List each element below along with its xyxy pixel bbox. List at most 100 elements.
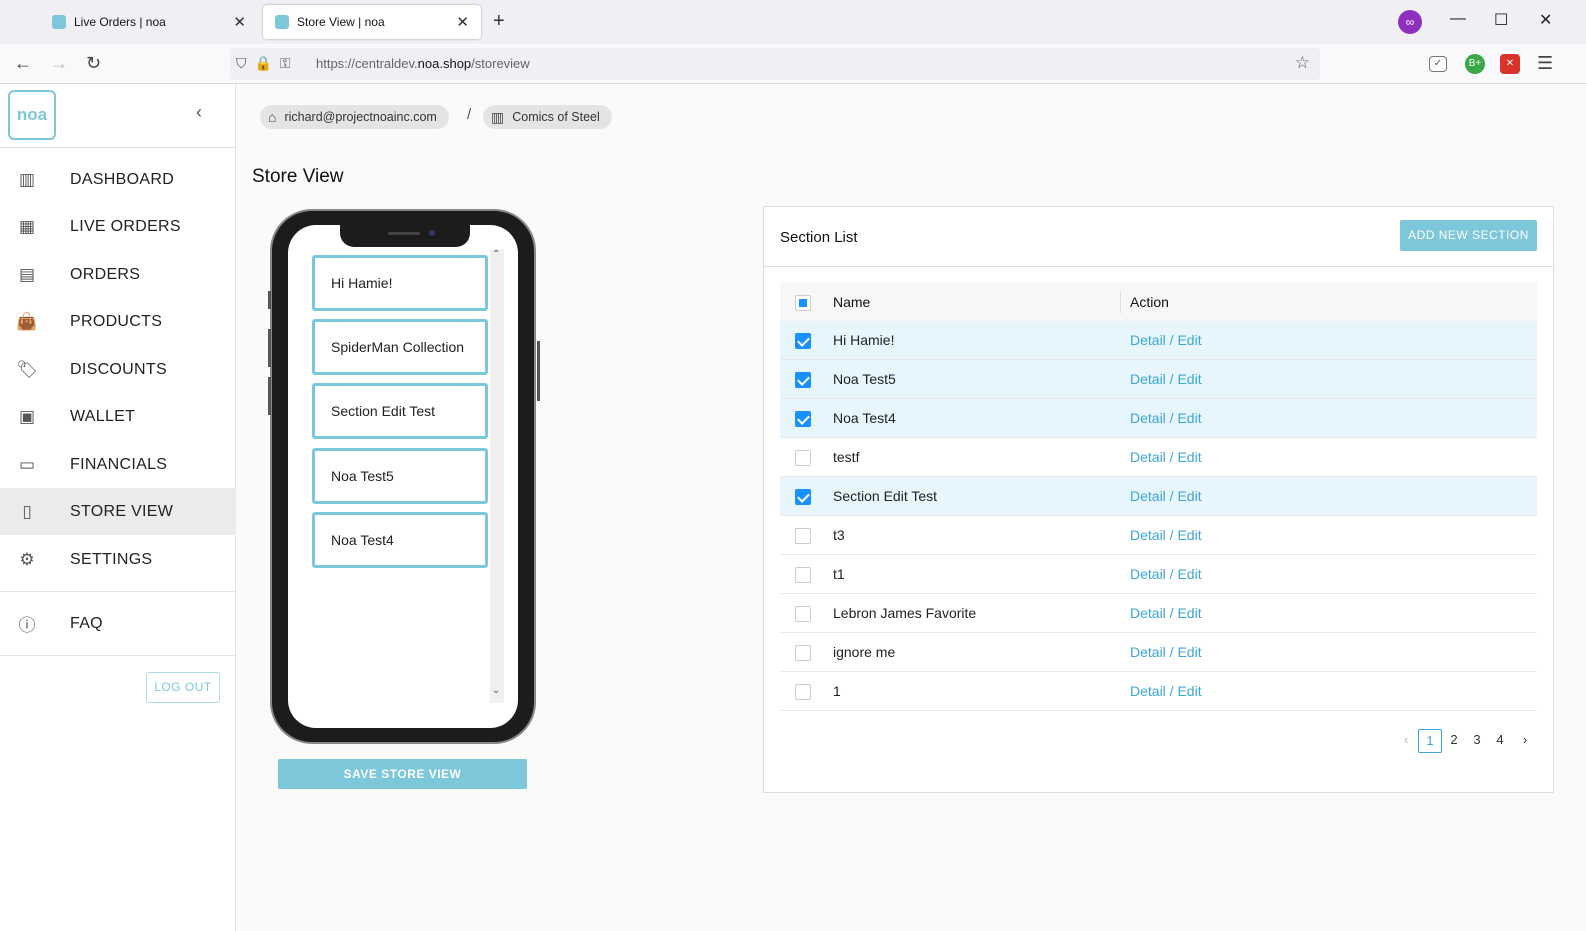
logout-button[interactable]: LOG OUT	[146, 672, 220, 703]
page-4-button[interactable]: 4	[1488, 729, 1512, 753]
shield-lock-key-icon: ⛉🔒⚿	[236, 55, 299, 71]
select-all-checkbox[interactable]	[795, 295, 811, 311]
page-3-button[interactable]: 3	[1465, 729, 1489, 753]
row-checkbox[interactable]	[795, 684, 811, 700]
pocket-icon[interactable]: ✓	[1429, 56, 1447, 72]
sidebar-item-faq[interactable]: ⓘ FAQ	[0, 600, 236, 647]
table-row: Lebron James Favorite Detail / Edit	[780, 594, 1537, 633]
detail-edit-link[interactable]: Detail / Edit	[1130, 371, 1202, 387]
address-bar[interactable]: ⛉🔒⚿ https://centraldev.noa.shop/storevie…	[230, 48, 1320, 80]
phone-screen: ⌃ ⌄ Hi Hamie! SpiderMan Collection Secti…	[288, 225, 518, 728]
section-name: testf	[833, 449, 860, 465]
divider	[0, 147, 236, 148]
detail-edit-link[interactable]: Detail / Edit	[1130, 449, 1202, 465]
tab-label: Live Orders | noa	[74, 15, 166, 29]
page-2-button[interactable]: 2	[1442, 729, 1466, 753]
phone-section-card[interactable]: Hi Hamie!	[312, 255, 488, 311]
table-row: Hi Hamie! Detail / Edit	[780, 321, 1537, 360]
sidebar: noa ‹ ▥ DASHBOARD ▦ LIVE ORDERS ▤ ORDERS…	[0, 84, 236, 931]
phone-button	[268, 377, 271, 415]
sidebar-item-settings[interactable]: ⚙ SETTINGS	[0, 536, 236, 583]
minimize-icon[interactable]: —	[1450, 10, 1466, 28]
sidebar-item-orders[interactable]: ▤ ORDERS	[0, 251, 236, 298]
tab-store-view[interactable]: Store View | noa ✕	[263, 5, 481, 39]
row-checkbox[interactable]	[795, 489, 811, 505]
reload-icon[interactable]: ↻	[86, 53, 101, 74]
phone-section-card[interactable]: Noa Test5	[312, 448, 488, 504]
row-checkbox[interactable]	[795, 567, 811, 583]
question-icon: ⓘ	[18, 616, 36, 635]
detail-edit-link[interactable]: Detail / Edit	[1130, 683, 1202, 699]
breadcrumb-user[interactable]: ⌂ richard@projectnoainc.com	[260, 105, 449, 129]
sidebar-item-label: WALLET	[70, 407, 136, 425]
shopping-bag-icon: 👜	[16, 311, 38, 331]
tab-live-orders[interactable]: Live Orders | noa ✕	[40, 5, 258, 39]
save-store-view-button[interactable]: SAVE STORE VIEW	[278, 759, 527, 789]
prev-page-icon[interactable]: ‹	[1394, 729, 1418, 753]
detail-edit-link[interactable]: Detail / Edit	[1130, 566, 1202, 582]
table-row: Noa Test4 Detail / Edit	[780, 399, 1537, 438]
row-checkbox[interactable]	[795, 372, 811, 388]
row-checkbox[interactable]	[795, 450, 811, 466]
table-row: 1 Detail / Edit	[780, 672, 1537, 711]
sidebar-item-label: DASHBOARD	[70, 170, 175, 188]
detail-edit-link[interactable]: Detail / Edit	[1130, 644, 1202, 660]
new-tab-icon[interactable]: +	[493, 10, 505, 33]
breadcrumb-separator: /	[467, 106, 472, 123]
close-icon[interactable]: ✕	[456, 13, 469, 31]
detail-edit-link[interactable]: Detail / Edit	[1130, 527, 1202, 543]
phone-scrollbar[interactable]	[490, 249, 504, 703]
row-checkbox[interactable]	[795, 411, 811, 427]
row-checkbox[interactable]	[795, 645, 811, 661]
chevron-down-icon[interactable]: ⌄	[492, 685, 500, 696]
phone-section-card[interactable]: SpiderMan Collection	[312, 319, 488, 375]
section-name: ignore me	[833, 644, 896, 660]
sidebar-item-products[interactable]: 👜 PRODUCTS	[0, 298, 236, 345]
bookmark-star-icon[interactable]: ☆	[1295, 53, 1310, 73]
column-divider	[1120, 291, 1121, 313]
sidebar-item-financials[interactable]: ▭ FINANCIALS	[0, 441, 236, 488]
phone-section-card[interactable]: Noa Test4	[312, 512, 488, 568]
camera-icon	[429, 230, 435, 236]
phone-button	[537, 341, 540, 401]
sidebar-item-dashboard[interactable]: ▥ DASHBOARD	[0, 156, 236, 203]
private-browsing-icon: ∞	[1398, 10, 1422, 34]
maximize-icon[interactable]: ☐	[1494, 10, 1508, 30]
next-page-icon[interactable]: ›	[1513, 729, 1537, 753]
breadcrumb-store[interactable]: ▥ Comics of Steel	[483, 105, 612, 129]
menu-icon[interactable]: ☰	[1537, 53, 1553, 74]
url-text[interactable]: https://centraldev.noa.shop/storeview	[316, 56, 530, 71]
noa-logo[interactable]: noa	[8, 90, 56, 140]
sidebar-item-wallet[interactable]: ▣ WALLET	[0, 393, 236, 440]
divider	[0, 655, 236, 656]
speaker	[388, 232, 420, 235]
detail-edit-link[interactable]: Detail / Edit	[1130, 605, 1202, 621]
window-close-icon[interactable]: ✕	[1539, 10, 1552, 30]
sidebar-item-live-orders[interactable]: ▦ LIVE ORDERS	[0, 203, 236, 250]
noa-favicon-icon	[275, 15, 289, 29]
phone-section-card[interactable]: Section Edit Test	[312, 383, 488, 439]
chevron-left-icon[interactable]: ‹	[196, 102, 202, 123]
detail-edit-link[interactable]: Detail / Edit	[1130, 332, 1202, 348]
divider	[0, 591, 236, 592]
sidebar-item-label: STORE VIEW	[70, 502, 174, 520]
sidebar-item-discounts[interactable]: 🏷 DISCOUNTS	[0, 346, 236, 393]
row-checkbox[interactable]	[795, 606, 811, 622]
section-name: Hi Hamie!	[833, 332, 895, 348]
phone-notch	[340, 225, 470, 247]
sidebar-item-store-view[interactable]: ▯ STORE VIEW	[0, 488, 236, 535]
detail-edit-link[interactable]: Detail / Edit	[1130, 488, 1202, 504]
page-1-button[interactable]: 1	[1418, 729, 1442, 753]
chevron-up-icon[interactable]: ⌃	[492, 249, 500, 260]
back-icon[interactable]: ←	[14, 53, 32, 74]
extension-icon[interactable]: B+	[1465, 54, 1485, 74]
detail-edit-link[interactable]: Detail / Edit	[1130, 410, 1202, 426]
close-icon[interactable]: ✕	[233, 13, 246, 31]
table-row: Section Edit Test Detail / Edit	[780, 477, 1537, 516]
forward-icon[interactable]: →	[50, 53, 68, 74]
row-checkbox[interactable]	[795, 528, 811, 544]
ublock-icon[interactable]: ✕	[1500, 54, 1520, 74]
row-checkbox[interactable]	[795, 333, 811, 349]
add-new-section-button[interactable]: ADD NEW SECTION	[1400, 220, 1537, 251]
table-row: Noa Test5 Detail / Edit	[780, 360, 1537, 399]
